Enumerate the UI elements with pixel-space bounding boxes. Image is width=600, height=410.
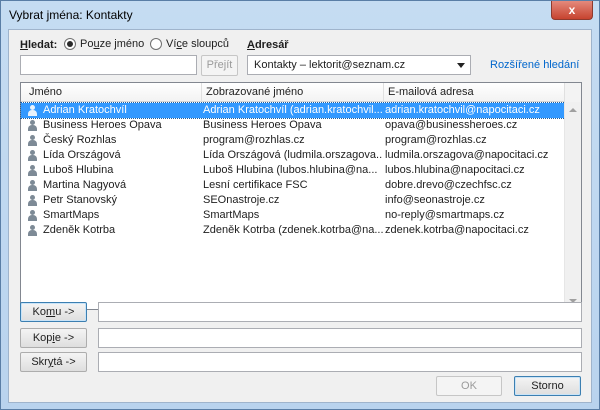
contact-display-name: Lesní certifikace FSC <box>203 179 308 191</box>
contact-display-name: Business Heroes Opava <box>203 119 322 131</box>
contact-row[interactable]: Petr Stanovský SEOnastroje.cz info@seona… <box>21 193 565 208</box>
close-icon: x <box>568 3 576 17</box>
cc-button[interactable]: Kopie -> <box>20 328 87 348</box>
contact-name: Adrian Kratochvíl <box>43 104 127 116</box>
window-title: Vybrat jména: Kontakty <box>9 8 133 22</box>
contact-row[interactable]: Zdeněk Kotrba Zdeněk Kotrba (zdenek.kotr… <box>21 223 565 238</box>
radio-more-columns[interactable]: Více sloupců <box>150 38 229 50</box>
ok-button[interactable]: OK <box>436 376 502 396</box>
column-divider[interactable] <box>383 83 384 102</box>
contact-email: info@seonastroje.cz <box>385 194 485 206</box>
dialog-window: Vybrat jména: Kontakty x Hledat: Pouze j… <box>0 0 600 410</box>
to-field[interactable] <box>98 302 582 322</box>
contact-name: Business Heroes Opava <box>43 119 162 131</box>
contact-icon <box>27 195 38 206</box>
contact-name: Zdeněk Kotrba <box>43 224 116 236</box>
search-label: Hledat: <box>20 39 58 51</box>
list-header: Jméno Zobrazované jméno E-mailová adresa <box>21 83 565 102</box>
contact-email: program@rozhlas.cz <box>385 134 487 146</box>
title-bar[interactable]: Vybrat jména: Kontakty x <box>1 1 599 29</box>
close-button[interactable]: x <box>551 1 593 20</box>
cancel-button[interactable]: Storno <box>514 376 581 396</box>
address-book-value: Kontakty – lektorit@seznam.cz <box>254 59 406 71</box>
contact-display-name: Zdeněk Kotrba (zdenek.kotrba@na... <box>203 224 383 236</box>
contact-row[interactable]: Business Heroes Opava Business Heroes Op… <box>21 118 565 133</box>
contact-rows: Adrian Kratochvíl Adrian Kratochvíl (adr… <box>20 102 566 238</box>
to-button[interactable]: Komu -> <box>20 302 87 322</box>
contact-name: Martina Nagyová <box>43 179 127 191</box>
radio-name-only[interactable]: Pouze jméno <box>64 38 144 50</box>
contact-display-name: SmartMaps <box>203 209 260 221</box>
search-input[interactable] <box>20 55 197 75</box>
column-header-name[interactable]: Jméno <box>29 86 62 98</box>
bcc-field[interactable] <box>98 352 582 372</box>
contact-name: Petr Stanovský <box>43 194 117 206</box>
contact-display-name: SEOnastroje.cz <box>203 194 280 206</box>
column-header-email[interactable]: E-mailová adresa <box>388 86 474 98</box>
contact-row[interactable]: Luboš Hlubina Luboš Hlubina (lubos.hlubi… <box>21 163 565 178</box>
contact-row[interactable]: Martina Nagyová Lesní certifikace FSC do… <box>21 178 565 193</box>
contact-row[interactable]: Český Rozhlas program@rozhlas.cz program… <box>21 133 565 148</box>
radio-name-only-indicator[interactable] <box>64 38 76 50</box>
contact-email: ludmila.orszagova@napocitaci.cz <box>385 149 549 161</box>
cc-field[interactable] <box>98 328 582 348</box>
radio-name-only-label: Pouze jméno <box>80 38 145 50</box>
contacts-list[interactable]: Jméno Zobrazované jméno E-mailová adresa… <box>20 82 582 310</box>
vertical-scrollbar[interactable] <box>564 102 581 309</box>
contact-email: no-reply@smartmaps.cz <box>385 209 505 221</box>
contact-name: Luboš Hlubina <box>43 164 114 176</box>
contact-display-name: Lída Országová (ludmila.orszagova... <box>203 149 383 161</box>
scroll-up-icon[interactable] <box>569 108 577 112</box>
contact-row[interactable]: SmartMaps SmartMaps no-reply@smartmaps.c… <box>21 208 565 223</box>
contact-display-name: program@rozhlas.cz <box>203 134 305 146</box>
contact-icon <box>27 150 38 161</box>
contact-email: adrian.kratochvil@napocitaci.cz <box>385 104 540 116</box>
contact-icon <box>27 165 38 176</box>
radio-more-columns-label: Více sloupců <box>166 38 229 50</box>
address-book-label: Adresář <box>247 39 289 51</box>
contact-row[interactable]: Lída Országová Lída Országová (ludmila.o… <box>21 148 565 163</box>
radio-more-columns-indicator[interactable] <box>150 38 162 50</box>
contact-email: dobre.drevo@czechfsc.cz <box>385 179 512 191</box>
list-header-corner <box>564 83 581 102</box>
contact-display-name: Adrian Kratochvíl (adrian.kratochvil... <box>203 104 383 116</box>
contact-icon <box>27 225 38 236</box>
find-button[interactable]: Přejít <box>201 55 238 76</box>
contact-icon <box>27 210 38 221</box>
contact-name: SmartMaps <box>43 209 100 221</box>
contact-email: opava@businessheroes.cz <box>385 119 518 131</box>
contact-email: zdenek.kotrba@napocitaci.cz <box>385 224 529 236</box>
contact-row[interactable]: Adrian Kratochvíl Adrian Kratochvíl (adr… <box>20 102 566 119</box>
contact-icon <box>27 180 38 191</box>
contact-icon <box>27 120 38 131</box>
bcc-button[interactable]: Skrytá -> <box>20 352 87 372</box>
advanced-search-link[interactable]: Rozšířené hledání <box>490 59 579 71</box>
contact-display-name: Luboš Hlubina (lubos.hlubina@na... <box>203 164 378 176</box>
contact-email: lubos.hlubina@napocitaci.cz <box>385 164 525 176</box>
contact-icon <box>27 105 38 116</box>
contact-name: Český Rozhlas <box>43 134 117 146</box>
dialog-client: Hledat: Pouze jméno Více sloupců Adresář… <box>8 29 592 403</box>
chevron-down-icon <box>457 63 465 68</box>
contact-icon <box>27 135 38 146</box>
column-header-display-name[interactable]: Zobrazované jméno <box>206 86 303 98</box>
column-divider[interactable] <box>201 83 202 102</box>
address-book-select[interactable]: Kontakty – lektorit@seznam.cz <box>247 55 471 75</box>
contact-name: Lída Országová <box>43 149 121 161</box>
